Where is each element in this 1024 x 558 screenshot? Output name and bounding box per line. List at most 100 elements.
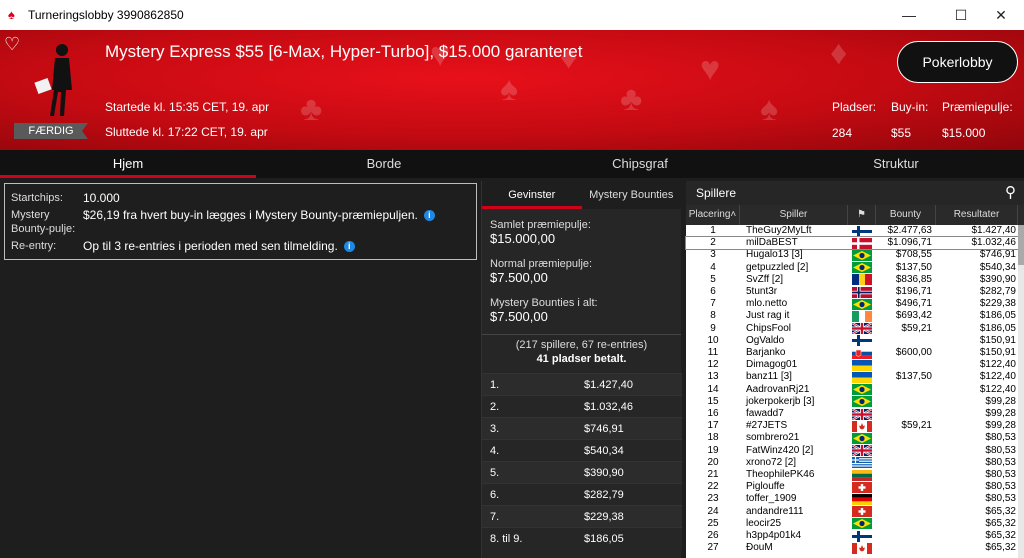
player-row[interactable]: 26 h3pp4p01k4 $65,32 (686, 530, 1018, 542)
close-icon[interactable]: ✕ (978, 0, 1024, 30)
bounty-value: $26,19 fra hvert buy-in lægges i Mystery… (83, 208, 418, 222)
player-result: $122,40 (979, 359, 1016, 371)
players-scrollbar-thumb[interactable] (1018, 225, 1024, 265)
player-result: $122,40 (979, 371, 1016, 383)
player-result: $80,53 (985, 444, 1016, 456)
player-name: FatWinz420 [2] (746, 444, 814, 456)
info-icon[interactable]: i (343, 241, 355, 253)
col-place[interactable]: Placering˄ (686, 205, 740, 225)
payout-row: 2. $1.032,46 (482, 395, 682, 417)
country-flag-icon (852, 396, 872, 408)
player-row[interactable]: 27 ĐouM $65,32 (686, 542, 1018, 554)
player-bounty: $693,42 (895, 310, 932, 322)
player-place: 8 (710, 310, 716, 322)
col-place-label: Placering (688, 209, 731, 220)
player-row[interactable]: 1 TheGuy2MyLft $2.477,63 $1.427,40 (686, 225, 1018, 237)
tab-chipgraph[interactable]: Chipsgraf (512, 150, 768, 178)
player-result: $65,32 (985, 505, 1016, 517)
player-name: toffer_1909 (746, 493, 797, 505)
players-summary: (217 spillere, 67 re-entries) (482, 334, 681, 351)
tab-mystery-bounties[interactable]: Mystery Bounties (582, 181, 682, 209)
player-row[interactable]: 13 banz11 [3] $137,50 $122,40 (686, 371, 1018, 383)
player-place: 6 (710, 286, 716, 297)
player-name: 5tunt3r (746, 286, 778, 297)
player-name: SvZff [2] (746, 273, 784, 285)
player-row[interactable]: 10 OgValdo $150,91 (686, 335, 1018, 347)
player-row[interactable]: 11 Barjanko $600,00 $150,91 (686, 347, 1018, 359)
player-name: jokerpokerjb [3] (746, 395, 815, 407)
seats-value: 284 (832, 126, 853, 140)
player-place: 7 (710, 298, 716, 310)
player-row[interactable]: 8 Just rag it $693,42 $186,05 (686, 310, 1018, 322)
country-flag-icon (852, 530, 872, 542)
col-player[interactable]: Spiller (740, 205, 848, 225)
flag-column-icon[interactable]: ⚑ (848, 205, 876, 225)
tab-winnings[interactable]: Gevinster (482, 181, 582, 209)
player-bounty: $836,85 (895, 273, 932, 285)
player-row[interactable]: 25 leocir25 $65,32 (686, 518, 1018, 530)
player-row[interactable]: 17 #27JETS $59,21 $99,28 (686, 420, 1018, 432)
players-column-header: Placering˄ Spiller ⚑ Bounty Resultater (686, 205, 1024, 225)
player-row[interactable]: 7 mlo.netto $496,71 $229,38 (686, 298, 1018, 310)
player-row[interactable]: 6 5tunt3r $196,71 $282,79 (686, 286, 1018, 298)
player-row[interactable]: 21 TheophilePK46 $80,53 (686, 469, 1018, 481)
players-scrollbar[interactable] (1018, 225, 1024, 558)
player-row[interactable]: 5 SvZff [2] $836,85 $390,90 (686, 274, 1018, 286)
window-title: Turneringslobby 3990862850 (28, 8, 184, 22)
player-name: TheophilePK46 (746, 469, 815, 480)
tournament-name: Mystery Express $55 [6-Max, Hyper-Turbo]… (105, 42, 583, 61)
player-place: 19 (707, 444, 719, 456)
payout-row: 4. $540,34 (482, 439, 682, 461)
payout-row: 3. $746,91 (482, 417, 682, 439)
player-row[interactable]: 20 xrono72 [2] $80,53 (686, 457, 1018, 469)
payout-row: 8. til 9. $186,05 (482, 527, 682, 549)
player-row[interactable]: 18 sombrero21 $80,53 (686, 432, 1018, 444)
payout-row: 7. $229,38 (482, 505, 682, 527)
minimize-icon[interactable]: — (886, 0, 932, 30)
player-result: $540,34 (979, 261, 1016, 273)
player-row[interactable]: 23 toffer_1909 $80,53 (686, 493, 1018, 505)
player-row[interactable]: 19 FatWinz420 [2] $80,53 (686, 445, 1018, 457)
player-row[interactable]: 3 Hugalo13 [3] $708,55 $746,91 (686, 249, 1018, 261)
country-flag-icon (852, 274, 872, 286)
player-result: $80,53 (985, 432, 1016, 444)
search-icon[interactable]: ⚲ (1005, 181, 1016, 205)
info-icon[interactable]: i (423, 210, 435, 222)
decor-spade-icon: ♠ (760, 90, 779, 128)
player-name: fawadd7 (746, 408, 784, 419)
payout-amount: $746,91 (584, 423, 624, 435)
player-row[interactable]: 16 fawadd7 $99,28 (686, 408, 1018, 420)
pokerlobby-button[interactable]: Pokerlobby (897, 41, 1018, 83)
col-bounty[interactable]: Bounty (876, 205, 936, 225)
player-place: 14 (707, 383, 719, 395)
decor-heart-icon: ♥ (700, 50, 721, 88)
buyin-label: Buy-in: (891, 100, 929, 114)
player-place: 12 (707, 359, 719, 371)
player-place: 21 (707, 469, 719, 480)
player-place: 9 (710, 322, 716, 334)
col-result[interactable]: Resultater (936, 205, 1018, 225)
player-row[interactable]: 12 Dimagog01 $122,40 (686, 359, 1018, 371)
startchips-label: Startchips: (11, 192, 63, 204)
player-place: 3 (710, 249, 716, 261)
player-place: 20 (707, 456, 719, 468)
player-place: 24 (707, 505, 719, 517)
player-name: h3pp4p01k4 (746, 530, 802, 541)
player-row[interactable]: 15 jokerpokerjb [3] $99,28 (686, 396, 1018, 408)
player-place: 2 (710, 237, 716, 249)
favorite-heart-icon[interactable]: ♡ (4, 34, 20, 55)
total-prizepool: Samlet præmiepulje: $15.000,00 (482, 219, 681, 246)
payout-position: 6. (490, 489, 500, 501)
country-flag-icon (852, 359, 872, 371)
player-row[interactable]: 9 ChipsFool $59,21 $186,05 (686, 323, 1018, 335)
country-flag-icon (852, 371, 872, 383)
player-result: $186,05 (979, 310, 1016, 322)
player-row[interactable]: 4 getpuzzled [2] $137,50 $540,34 (686, 262, 1018, 274)
player-row[interactable]: 24 andandre111 $65,32 (686, 506, 1018, 518)
tab-structure[interactable]: Struktur (768, 150, 1024, 178)
player-row[interactable]: 22 Piglouffe $80,53 (686, 481, 1018, 493)
player-row[interactable]: 14 AadrovanRj21 $122,40 (686, 384, 1018, 396)
player-row[interactable]: 2 milDaBEST $1.096,71 $1.032,46 (685, 236, 1019, 251)
tab-tables[interactable]: Borde (256, 150, 512, 178)
tab-home[interactable]: Hjem (0, 150, 256, 178)
